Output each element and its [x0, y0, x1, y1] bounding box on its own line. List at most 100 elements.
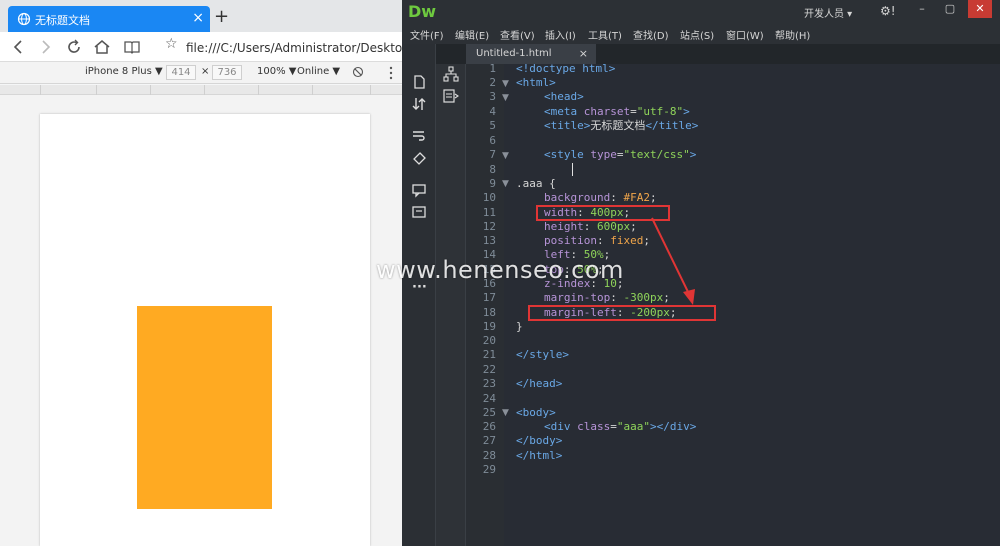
device-width-input[interactable]: 414 — [166, 65, 196, 80]
line-number: 21 — [482, 348, 496, 361]
menu-tools[interactable]: 工具(T) — [588, 27, 622, 42]
menu-view[interactable]: 查看(V) — [500, 27, 535, 42]
workspace-switcher[interactable]: 开发人员 ▾ — [804, 5, 852, 20]
close-tab-icon[interactable]: × — [192, 10, 204, 26]
maximize-icon[interactable]: ▢ — [938, 0, 962, 18]
code-line-26: <div class="aaa"></div> — [544, 420, 697, 433]
code-line-12: height: 600px; — [544, 220, 637, 233]
favorite-star-icon[interactable]: ☆ — [165, 36, 178, 52]
code-line-19: } — [516, 320, 523, 333]
line-number: 6 — [489, 134, 496, 147]
fold-arrow-icon[interactable]: ▼ — [502, 177, 509, 191]
sitemap-icon[interactable] — [442, 66, 460, 82]
reading-mode-icon[interactable] — [122, 37, 142, 57]
browser-window: 无标题文档 × + ☆ file:///C:/Users/Administrat… — [0, 0, 402, 546]
dimension-separator: × — [201, 66, 210, 77]
line-number: 1 — [489, 62, 496, 75]
menu-edit[interactable]: 编辑(E) — [455, 27, 489, 42]
home-icon[interactable] — [92, 37, 112, 57]
line-number: 18 — [482, 306, 496, 319]
line-number: 29 — [482, 463, 496, 476]
file-tab-untitled[interactable]: Untitled-1.html × — [466, 44, 596, 64]
line-number: 10 — [482, 191, 496, 204]
view-switcher — [436, 64, 466, 546]
close-file-icon[interactable]: × — [579, 47, 588, 60]
code-line-27: </body> — [516, 434, 563, 447]
network-throttle-select[interactable]: Online ▼ — [297, 66, 340, 77]
fold-arrow-icon[interactable]: ▼ — [502, 91, 509, 105]
back-icon[interactable] — [8, 37, 28, 57]
code-line-17: margin-top: -300px; — [544, 291, 670, 304]
refresh-icon[interactable] — [64, 37, 84, 57]
line-number: 27 — [482, 434, 496, 447]
line-number: 12 — [482, 220, 496, 233]
menu-insert[interactable]: 插入(I) — [545, 27, 576, 42]
code-line-23: </head> — [516, 377, 563, 390]
code-line-21: </style> — [516, 348, 569, 361]
comment-icon[interactable] — [410, 182, 428, 198]
code-view-icon[interactable] — [442, 88, 460, 104]
rotate-icon[interactable] — [352, 66, 364, 78]
close-window-icon[interactable]: ✕ — [968, 0, 992, 18]
browser-tab-active[interactable]: 无标题文档 × — [8, 6, 210, 32]
line-number: 17 — [482, 291, 496, 304]
line-number: 3 — [489, 90, 496, 103]
wrap-icon[interactable] — [410, 128, 428, 144]
code-line-13: position: fixed; — [544, 234, 650, 247]
highlight-box-width — [536, 205, 670, 221]
code-line-25: <body> — [516, 406, 556, 419]
navigation-bar: ☆ file:///C:/Users/Administrator/Desktop… — [0, 32, 402, 62]
line-number: 23 — [482, 377, 496, 390]
line-number: 22 — [482, 363, 496, 376]
fold-arrow-icon[interactable]: ▼ — [502, 77, 509, 91]
line-number: 8 — [489, 163, 496, 176]
fold-arrow-icon[interactable]: ▼ — [502, 406, 509, 420]
device-select[interactable]: iPhone 8 Plus ▼ — [85, 66, 163, 77]
menu-help[interactable]: 帮助(H) — [775, 27, 810, 42]
line-number: 5 — [489, 119, 496, 132]
file-tab-name: Untitled-1.html — [476, 48, 552, 59]
format-brush-icon[interactable] — [410, 150, 428, 166]
new-tab-button[interactable]: + — [214, 8, 229, 26]
code-line-28: </html> — [516, 449, 563, 462]
document-icon[interactable] — [410, 74, 428, 90]
line-number: 24 — [482, 392, 496, 405]
forward-icon[interactable] — [36, 37, 56, 57]
line-number: 20 — [482, 334, 496, 347]
menu-window[interactable]: 窗口(W) — [726, 27, 764, 42]
more-options-icon[interactable] — [388, 66, 394, 80]
zoom-select[interactable]: 100% ▼ — [257, 66, 296, 77]
file-tab-bar: Untitled-1.html × — [436, 44, 1000, 64]
line-number: 4 — [489, 105, 496, 118]
line-number: 9 — [489, 177, 496, 190]
media-query-bar — [0, 85, 402, 95]
line-number: 25 — [482, 406, 496, 419]
code-line-2: <html> — [516, 76, 556, 89]
code-line-10: background: #FA2; — [544, 191, 657, 204]
sort-icon[interactable] — [410, 96, 428, 112]
device-height-input[interactable]: 736 — [212, 65, 242, 80]
menu-site[interactable]: 站点(S) — [680, 27, 714, 42]
line-number: 7 — [489, 148, 496, 161]
code-line-3: <head> — [544, 90, 584, 103]
fold-arrow-icon[interactable]: ▼ — [502, 149, 509, 163]
code-line-4: <meta charset="utf-8"> — [544, 105, 690, 118]
address-bar[interactable]: file:///C:/Users/Administrator/Desktop/新 — [186, 39, 402, 56]
code-line-5: <title>无标题文档</title> — [544, 119, 699, 132]
line-number: 13 — [482, 234, 496, 247]
line-number: 19 — [482, 320, 496, 333]
line-number: 2 — [489, 76, 496, 89]
watermark-text: www.henenseo.com — [376, 256, 624, 284]
code-line-9: .aaa { — [516, 177, 556, 190]
menu-find[interactable]: 查找(D) — [633, 27, 669, 42]
dw-menu-bar: 文件(F) 编辑(E) 查看(V) 插入(I) 工具(T) 查找(D) 站点(S… — [402, 24, 1000, 44]
line-number: 11 — [482, 206, 496, 219]
dw-title-bar: Dw 开发人员 ▾ ⚙! – ▢ ✕ — [402, 0, 1000, 24]
code-snippet-icon[interactable] — [410, 204, 428, 220]
minimize-icon[interactable]: – — [910, 0, 934, 18]
line-number: 26 — [482, 420, 496, 433]
tab-title: 无标题文档 — [35, 14, 90, 27]
gear-icon[interactable]: ⚙! — [880, 4, 896, 18]
menu-file[interactable]: 文件(F) — [410, 27, 444, 42]
code-line-1: <!doctype html> — [516, 62, 616, 75]
